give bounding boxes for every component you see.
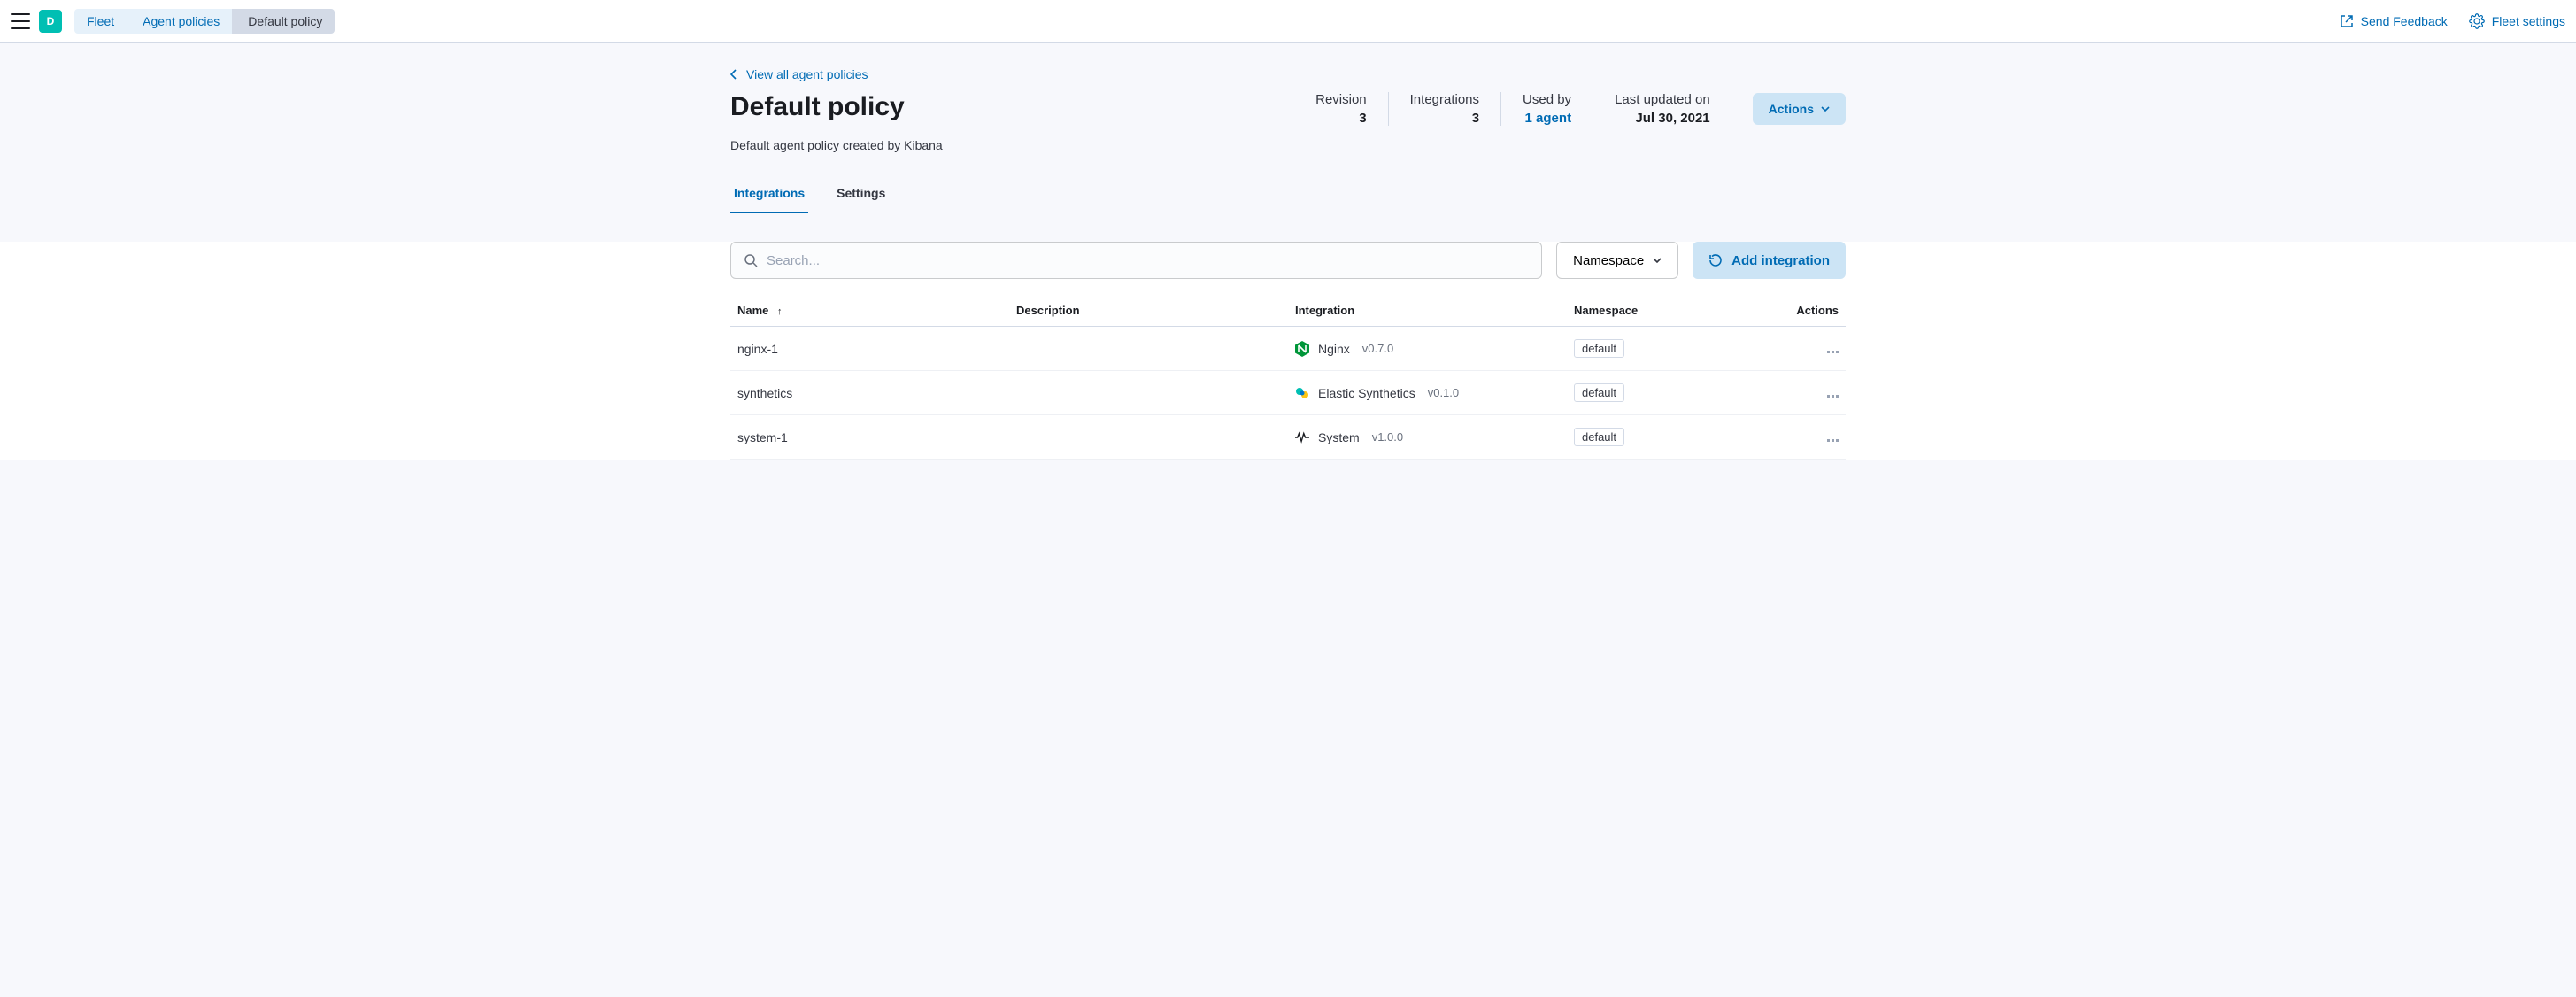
meta-usedby-label: Used by [1523,92,1571,107]
row-actions-icon[interactable] [1827,351,1839,353]
integration-version: v0.7.0 [1362,342,1393,355]
fleet-settings-link[interactable]: Fleet settings [2469,13,2565,29]
cell-namespace: default [1567,371,1768,415]
integration-version: v1.0.0 [1372,430,1403,444]
actions-button[interactable]: Actions [1753,93,1846,125]
add-integration-button[interactable]: Add integration [1693,242,1846,279]
meta-updated: Last updated on Jul 30, 2021 [1593,92,1731,126]
meta-revision: Revision 3 [1315,92,1389,126]
breadcrumb-agent-policies[interactable]: Agent policies [127,9,232,34]
topbar-right: Send Feedback Fleet settings [2340,13,2565,29]
breadcrumb-current: Default policy [232,9,335,34]
nginx-icon [1295,342,1309,356]
search-input[interactable] [767,253,1529,268]
send-feedback-label: Send Feedback [2361,14,2448,28]
page-subtitle: Default agent policy created by Kibana [730,138,1846,152]
meta-usedby-value[interactable]: 1 agent [1523,111,1571,126]
namespace-badge: default [1574,339,1624,358]
add-integration-label: Add integration [1731,253,1830,268]
tab-settings[interactable]: Settings [833,177,889,213]
external-link-icon [2340,14,2354,28]
gear-icon [2469,13,2485,29]
avatar[interactable]: D [39,10,62,33]
integration-name: Nginx [1318,342,1350,356]
elastic-icon [1295,386,1309,400]
table-row: system-1 System v1.0.0 default [730,415,1846,460]
topbar: D Fleet Agent policies Default policy Se… [0,0,2576,43]
actions-button-label: Actions [1769,102,1814,116]
cell-name: system-1 [730,415,1009,460]
cell-description [1009,415,1288,460]
table-row: synthetics Elastic Synthetics v0.1.0 def… [730,371,1846,415]
search-wrapper [730,242,1542,279]
cell-integration: Nginx v0.7.0 [1288,327,1567,371]
cell-namespace: default [1567,327,1768,371]
meta-bar: Revision 3 Integrations 3 Used by 1 agen… [1315,92,1731,126]
meta-integrations-value: 3 [1410,111,1479,126]
back-link-label: View all agent policies [746,67,868,81]
menu-icon[interactable] [11,13,30,29]
sort-ascending-icon: ↑ [777,306,783,317]
cell-name: nginx-1 [730,327,1009,371]
cell-description [1009,327,1288,371]
page-title: Default policy [730,92,905,122]
meta-revision-label: Revision [1315,92,1367,107]
chevron-down-icon [1653,258,1662,263]
meta-integrations: Integrations 3 [1389,92,1501,126]
namespace-label: Namespace [1573,253,1644,268]
col-name[interactable]: Name ↑ [730,295,1009,327]
tabs: Integrations Settings [730,177,1846,213]
fleet-settings-label: Fleet settings [2492,14,2565,28]
cell-description [1009,371,1288,415]
row-actions-icon[interactable] [1827,395,1839,398]
cell-namespace: default [1567,415,1768,460]
breadcrumb: Fleet Agent policies Default policy [74,9,335,34]
integration-name: System [1318,430,1360,444]
page-content: View all agent policies Default policy R… [730,43,1846,213]
row-actions-icon[interactable] [1827,439,1839,442]
meta-updated-label: Last updated on [1615,92,1710,107]
tab-integrations[interactable]: Integrations [730,177,808,213]
namespace-badge: default [1574,428,1624,446]
meta-integrations-label: Integrations [1410,92,1479,107]
table-row: nginx-1 Nginx v0.7.0 default [730,327,1846,371]
cell-actions [1768,371,1846,415]
meta-revision-value: 3 [1315,111,1367,126]
col-integration[interactable]: Integration [1288,295,1567,327]
col-namespace[interactable]: Namespace [1567,295,1768,327]
send-feedback-link[interactable]: Send Feedback [2340,14,2448,28]
integration-version: v0.1.0 [1428,386,1459,399]
meta-updated-value: Jul 30, 2021 [1615,111,1710,126]
cell-actions [1768,327,1846,371]
col-description[interactable]: Description [1009,295,1288,327]
chevron-left-icon [730,69,737,80]
integration-name: Elastic Synthetics [1318,386,1415,400]
system-icon [1295,430,1309,444]
cell-actions [1768,415,1846,460]
search-icon [744,253,758,267]
chevron-down-icon [1821,106,1830,112]
meta-usedby: Used by 1 agent [1501,92,1593,126]
cell-integration: Elastic Synthetics v0.1.0 [1288,371,1567,415]
refresh-icon [1708,253,1723,267]
col-actions: Actions [1768,295,1846,327]
col-name-label: Name [737,304,768,317]
back-link[interactable]: View all agent policies [730,67,868,81]
integrations-table: Name ↑ Description Integration Namespace… [730,295,1846,460]
breadcrumb-fleet[interactable]: Fleet [74,9,127,34]
topbar-left: D Fleet Agent policies Default policy [11,9,335,34]
namespace-button[interactable]: Namespace [1556,242,1678,279]
namespace-badge: default [1574,383,1624,402]
cell-name: synthetics [730,371,1009,415]
cell-integration: System v1.0.0 [1288,415,1567,460]
page-header: Default policy Revision 3 Integrations 3… [730,92,1846,126]
toolbar: Namespace Add integration [730,242,1846,279]
